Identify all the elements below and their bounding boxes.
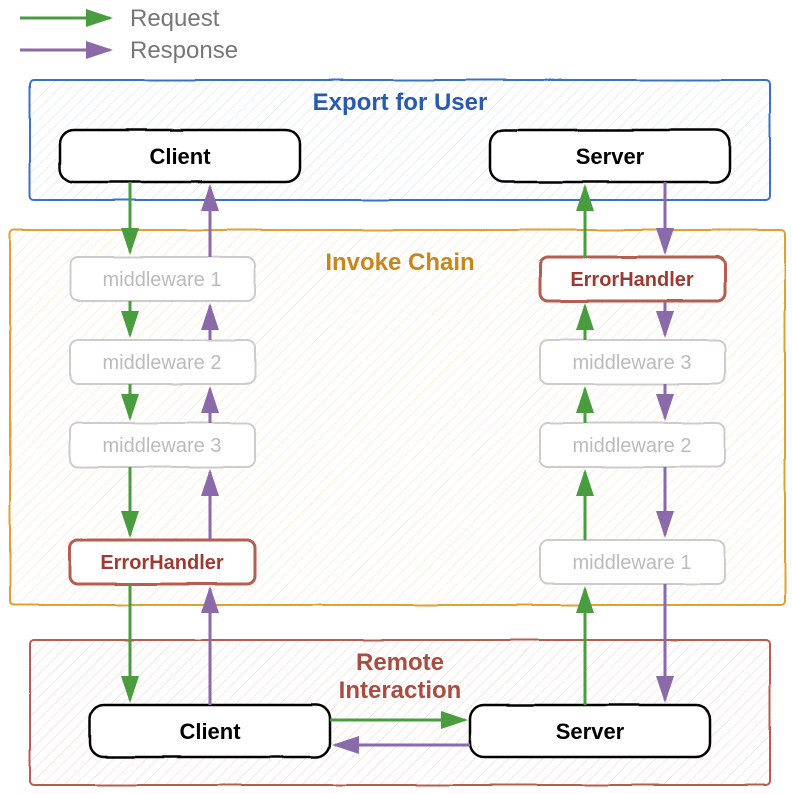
server-top-label: Server: [576, 144, 645, 169]
left-errorhandler-label: ErrorHandler: [100, 552, 224, 574]
client-top-label: Client: [149, 144, 211, 169]
legend-response-label: Response: [130, 37, 238, 64]
invoke-section: Invoke Chain middleware 1 middleware 2 m…: [10, 230, 785, 605]
architecture-diagram: Request Response Export for User Client …: [0, 0, 792, 794]
legend-request-label: Request: [130, 5, 220, 32]
left-middleware-3-label: middleware 3: [103, 435, 222, 457]
left-middleware-2-label: middleware 2: [103, 352, 222, 374]
remote-section: Remote Interaction Client Server: [30, 640, 770, 785]
legend: Request Response: [20, 5, 238, 64]
export-title: Export for User: [313, 89, 488, 116]
left-middleware-1-label: middleware 1: [103, 269, 222, 291]
client-bottom-label: Client: [179, 719, 241, 744]
invoke-title: Invoke Chain: [325, 249, 474, 276]
right-errorhandler-label: ErrorHandler: [570, 269, 694, 291]
remote-title-line1: Remote: [356, 649, 444, 676]
right-middleware-2-label: middleware 2: [573, 435, 692, 457]
remote-title-line2: Interaction: [339, 677, 462, 704]
export-section: Export for User Client Server: [30, 80, 770, 200]
right-middleware-1-label: middleware 1: [573, 552, 692, 574]
server-bottom-label: Server: [556, 719, 625, 744]
right-middleware-3-label: middleware 3: [573, 352, 692, 374]
